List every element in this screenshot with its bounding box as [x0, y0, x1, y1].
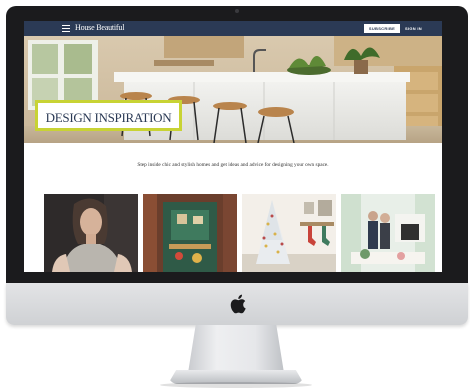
camera-dot	[235, 9, 239, 13]
sign-in-link[interactable]: SIGN IN	[405, 24, 422, 33]
stand-shadow	[160, 382, 312, 388]
apple-logo-icon	[230, 294, 246, 314]
article-thumbnail-christmas-tree	[242, 194, 336, 272]
intro-tagline: Step inside chic and stylish homes and g…	[137, 162, 329, 168]
monitor-stand	[188, 325, 284, 373]
article-thumbnail-portrait	[44, 194, 138, 272]
article-card-3[interactable]	[242, 194, 336, 272]
imac-mockup: House Beautiful SUBSCRIBE SIGN IN DESIGN…	[0, 0, 470, 391]
hero-title-box: DESIGN INSPIRATION	[35, 100, 182, 131]
browser-screen: House Beautiful SUBSCRIBE SIGN IN DESIGN…	[24, 21, 442, 272]
article-card-2[interactable]	[143, 194, 237, 272]
hero-banner: DESIGN INSPIRATION	[24, 36, 442, 143]
site-logo[interactable]: House Beautiful	[75, 23, 124, 32]
hamburger-menu-icon[interactable]	[62, 25, 70, 32]
hero-title: DESIGN INSPIRATION	[45, 110, 172, 125]
article-card-1[interactable]	[44, 194, 138, 272]
article-thumbnail-hallway	[143, 194, 237, 272]
subscribe-button[interactable]: SUBSCRIBE	[364, 24, 400, 33]
site-header: House Beautiful SUBSCRIBE SIGN IN	[24, 21, 442, 36]
article-thumbnail-living-room	[341, 194, 435, 272]
article-card-4[interactable]	[341, 194, 435, 272]
